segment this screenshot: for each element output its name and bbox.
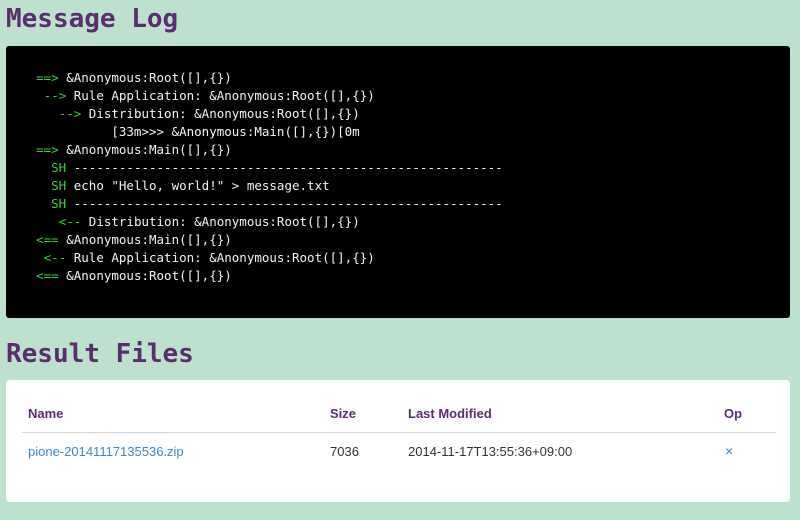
log-arrow: SH bbox=[51, 160, 67, 175]
delete-file-icon[interactable]: × bbox=[725, 443, 733, 459]
log-line: SH -------------------------------------… bbox=[6, 160, 503, 176]
column-header-size[interactable]: Size bbox=[330, 406, 356, 421]
log-indent bbox=[6, 178, 51, 193]
log-text: [33m>>> &Anonymous:Main([],{})[0m bbox=[6, 124, 360, 139]
log-text: ----------------------------------------… bbox=[66, 196, 503, 211]
log-text: &Anonymous:Root([],{}) bbox=[58, 70, 232, 85]
column-header-last-modified[interactable]: Last Modified bbox=[408, 406, 492, 421]
log-arrow: --> bbox=[58, 106, 82, 121]
log-arrow: ==> bbox=[36, 142, 59, 157]
log-line: SH echo "Hello, world!" > message.txt bbox=[6, 178, 330, 194]
log-line: [33m>>> &Anonymous:Main([],{})[0m bbox=[6, 124, 360, 140]
log-arrow: <-- bbox=[43, 250, 67, 265]
log-line: --> Distribution: &Anonymous:Root([],{}) bbox=[6, 106, 360, 122]
result-files-title: Result Files bbox=[6, 339, 194, 369]
column-header-name[interactable]: Name bbox=[28, 406, 63, 421]
log-indent bbox=[6, 106, 59, 121]
log-line: <== &Anonymous:Root([],{}) bbox=[6, 268, 232, 284]
log-indent bbox=[6, 142, 36, 157]
log-line: ==> &Anonymous:Root([],{}) bbox=[6, 70, 232, 86]
log-indent bbox=[6, 160, 51, 175]
log-indent bbox=[6, 250, 44, 265]
log-line: SH -------------------------------------… bbox=[6, 196, 503, 212]
file-download-link[interactable]: pione-20141117135536.zip bbox=[28, 444, 184, 459]
log-text: &Anonymous:Root([],{}) bbox=[58, 268, 232, 283]
file-size: 7036 bbox=[330, 444, 359, 459]
log-line: --> Rule Application: &Anonymous:Root([]… bbox=[6, 88, 375, 104]
log-text: &Anonymous:Main([],{}) bbox=[58, 232, 232, 247]
column-header-op[interactable]: Op bbox=[724, 406, 742, 421]
log-line: ==> &Anonymous:Main([],{}) bbox=[6, 142, 232, 158]
log-text: ----------------------------------------… bbox=[66, 160, 503, 175]
message-log-title: Message Log bbox=[6, 4, 179, 34]
log-indent bbox=[6, 214, 59, 229]
log-text: Rule Application: &Anonymous:Root([],{}) bbox=[66, 88, 375, 103]
message-log-terminal[interactable]: ==> &Anonymous:Root([],{}) --> Rule Appl… bbox=[6, 46, 790, 318]
log-text: Distribution: &Anonymous:Root([],{}) bbox=[81, 106, 360, 121]
log-indent bbox=[6, 268, 36, 283]
log-text: Distribution: &Anonymous:Root([],{}) bbox=[81, 214, 360, 229]
log-indent bbox=[6, 196, 51, 211]
file-last-modified: 2014-11-17T13:55:36+09:00 bbox=[408, 444, 573, 459]
log-text: echo "Hello, world!" > message.txt bbox=[66, 178, 330, 193]
log-arrow: ==> bbox=[36, 70, 59, 85]
result-files-panel: Name Size Last Modified Op pione-2014111… bbox=[6, 380, 790, 502]
log-indent bbox=[6, 88, 44, 103]
log-text: Rule Application: &Anonymous:Root([],{}) bbox=[66, 250, 375, 265]
log-line: <== &Anonymous:Main([],{}) bbox=[6, 232, 232, 248]
log-arrow: SH bbox=[51, 178, 67, 193]
log-indent bbox=[6, 232, 36, 247]
log-line: <-- Rule Application: &Anonymous:Root([]… bbox=[6, 250, 375, 266]
log-arrow: <-- bbox=[58, 214, 82, 229]
log-indent bbox=[6, 70, 36, 85]
log-arrow: SH bbox=[51, 196, 67, 211]
log-line: <-- Distribution: &Anonymous:Root([],{}) bbox=[6, 214, 360, 230]
log-arrow: --> bbox=[43, 88, 67, 103]
header-divider bbox=[22, 432, 776, 433]
log-arrow: <== bbox=[36, 268, 59, 283]
log-arrow: <== bbox=[36, 232, 59, 247]
log-text: &Anonymous:Main([],{}) bbox=[58, 142, 232, 157]
